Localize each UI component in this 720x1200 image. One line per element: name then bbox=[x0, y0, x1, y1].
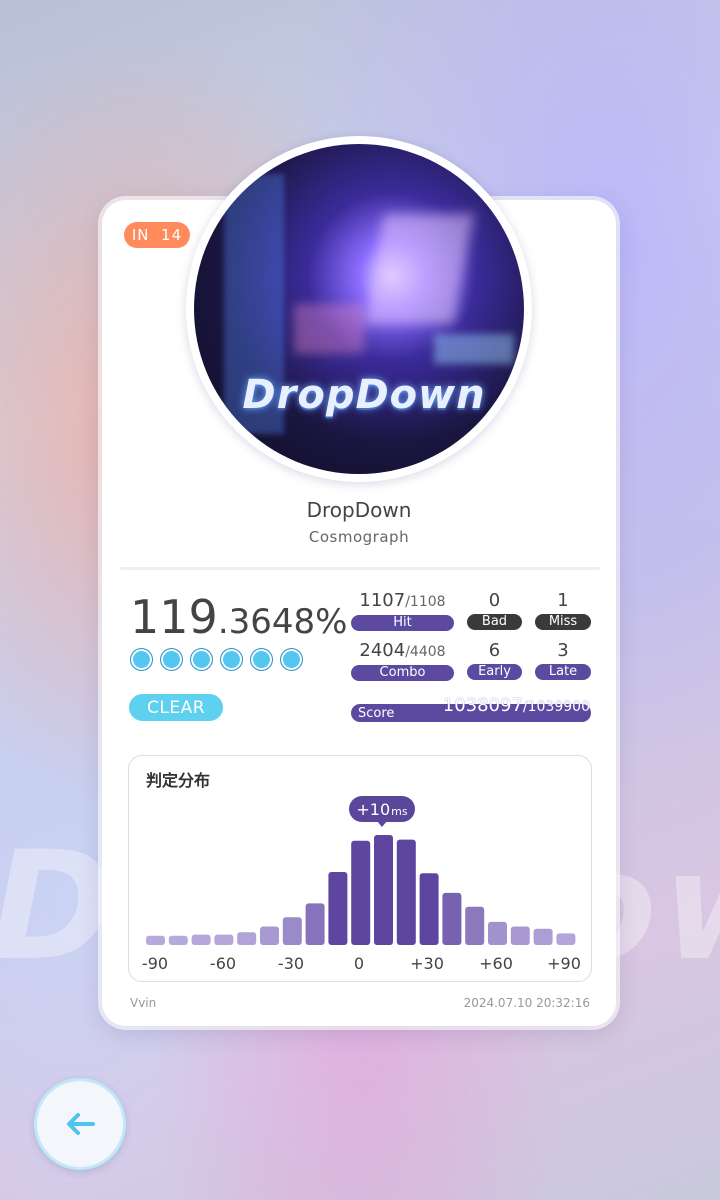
rank-dot bbox=[220, 648, 243, 671]
offset-unit: ms bbox=[391, 804, 408, 818]
hit-total: /1108 bbox=[405, 594, 446, 610]
hit-value: 1107 bbox=[359, 590, 406, 611]
combo-total: /4408 bbox=[405, 644, 446, 660]
score-value: 1038097 bbox=[442, 695, 523, 716]
tick-label: -30 bbox=[277, 954, 305, 973]
late-label: Late bbox=[535, 664, 591, 680]
bad-label: Bad bbox=[467, 614, 522, 630]
score-value-group: 1038097/1039900 bbox=[440, 695, 590, 716]
stat-late: 3 Late bbox=[535, 640, 591, 680]
tick-label: 0 bbox=[353, 954, 365, 973]
tick-label: +30 bbox=[410, 954, 444, 973]
player-name: Vvin bbox=[130, 996, 157, 1010]
stat-early: 6 Early bbox=[467, 640, 522, 680]
rank-dot bbox=[190, 648, 213, 671]
rank-dot bbox=[250, 648, 273, 671]
early-value: 6 bbox=[488, 640, 501, 661]
accuracy-decimal: .3648% bbox=[217, 602, 348, 642]
rank-dot bbox=[130, 648, 153, 671]
tick-label: -60 bbox=[209, 954, 237, 973]
rank-dot bbox=[160, 648, 183, 671]
jacket-art: DropDown bbox=[194, 144, 524, 474]
rank-dots bbox=[130, 648, 303, 671]
offset-value: +10 bbox=[356, 799, 391, 819]
divider bbox=[120, 567, 600, 570]
back-button[interactable] bbox=[34, 1078, 126, 1170]
arrow-left-icon bbox=[67, 1113, 95, 1135]
song-title: DropDown bbox=[306, 498, 412, 522]
rank-dot bbox=[280, 648, 303, 671]
combo-value: 2404 bbox=[359, 640, 406, 661]
combo-label: Combo bbox=[351, 665, 454, 681]
tick-label: +90 bbox=[547, 954, 581, 973]
song-jacket: DropDown bbox=[186, 136, 532, 482]
miss-value: 1 bbox=[557, 590, 569, 611]
offset-pointer bbox=[377, 821, 387, 827]
clear-badge: CLEAR bbox=[129, 694, 223, 721]
stat-hit: 1107/1108 Hit bbox=[351, 590, 454, 631]
early-label: Early bbox=[467, 664, 522, 680]
score-total: /1039900 bbox=[522, 699, 590, 715]
distribution-title: 判定分布 bbox=[146, 771, 211, 790]
miss-label: Miss bbox=[535, 614, 591, 630]
difficulty-level: 14 bbox=[161, 226, 183, 244]
score-label: Score bbox=[358, 706, 395, 721]
difficulty-name: IN bbox=[131, 226, 150, 244]
timestamp: 2024.07.10 20:32:16 bbox=[463, 996, 590, 1010]
tick-label: -90 bbox=[141, 954, 169, 973]
stat-miss: 1 Miss bbox=[535, 590, 591, 630]
difficulty-badge: IN 14 bbox=[124, 222, 190, 248]
stat-bad: 0 Bad bbox=[467, 590, 522, 630]
bad-value: 0 bbox=[488, 590, 501, 611]
song-artist: Cosmograph bbox=[308, 528, 410, 546]
accuracy: 119.3648% bbox=[130, 590, 347, 644]
stat-combo: 2404/4408 Combo bbox=[351, 640, 454, 681]
accuracy-integer: 119 bbox=[130, 590, 218, 644]
hit-label: Hit bbox=[351, 615, 454, 631]
late-value: 3 bbox=[557, 640, 569, 661]
mean-offset-tag: +10 ms bbox=[349, 796, 415, 822]
tick-label: +60 bbox=[479, 954, 513, 973]
jacket-logo: DropDown bbox=[242, 372, 486, 418]
